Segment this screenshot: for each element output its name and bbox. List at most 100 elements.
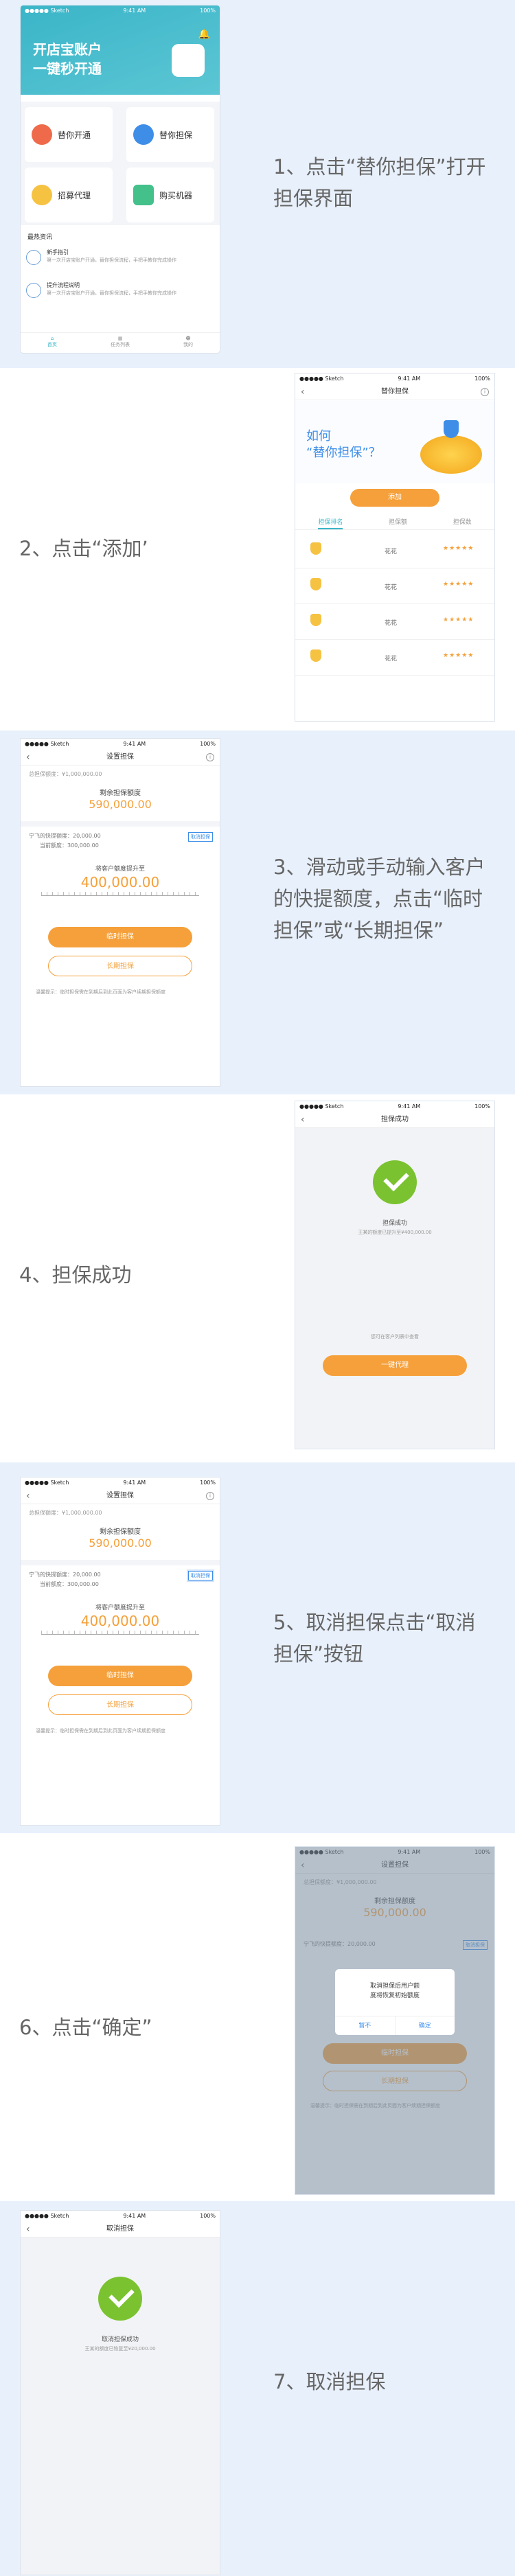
- divider: [21, 1560, 220, 1565]
- setup-screen: ●●●●● Sketch 9:41 AM 100% ‹ 设置担保 i 总担保额度：¥1,…: [21, 739, 220, 1086]
- step-caption: 7、取消担保: [273, 2370, 386, 2393]
- step-4-band: 4、担保成功 ●●●●● Sketch 9:41 AM 100% ‹ 担保成功 担保成…: [0, 1094, 515, 1462]
- remain-label: 剩余担保额度: [100, 1528, 141, 1536]
- coins-icon: [420, 435, 482, 474]
- dialog-ok-button[interactable]: 确定: [396, 2016, 455, 2035]
- info-icon[interactable]: i: [206, 1492, 214, 1500]
- doc-icon: [26, 283, 41, 298]
- back-icon[interactable]: ‹: [26, 749, 30, 766]
- nav-bar: ‹ 替你担保 i: [295, 384, 494, 400]
- hero: 如何 “替你担保”？: [295, 401, 494, 483]
- list-item[interactable]: 花花 ★★★★★: [295, 568, 494, 604]
- customer-quota: 宁飞的快提额度：20,000.00: [29, 1572, 101, 1578]
- remain-value: 590,000.00: [89, 1537, 152, 1550]
- news-title: 最热资讯: [27, 234, 53, 241]
- tile-guarantee[interactable]: 替你担保: [126, 107, 214, 162]
- guarantee-screen: ●●●●● Sketch 9:41 AM 100% ‹ 替你担保 i 如何 “替你担保”？…: [295, 373, 494, 721]
- success-sub: 王某的额度已提升至¥400,000.00: [358, 1230, 432, 1235]
- dialog-actions: 暂不 确定: [335, 2016, 455, 2035]
- shield-icon: [444, 420, 459, 438]
- nav-bar: ‹ 设置担保 i: [21, 1488, 220, 1504]
- add-button[interactable]: 添加: [350, 489, 439, 507]
- status-bar: ●●●●● Sketch9:41 AM100%: [25, 1480, 216, 1486]
- step-6-band: 6、点击“确定” ●●●●● Sketch9:41 AM100% ‹设置担保 总…: [0, 1833, 515, 2201]
- dialog-cancel-button[interactable]: 暂不: [335, 2016, 396, 2035]
- info-icon[interactable]: i: [481, 388, 489, 396]
- step-5-band: ●●●●● Sketch 9:41 AM 100% ‹ 设置担保 i 总担保额度：¥1,…: [0, 1462, 515, 1833]
- slider-ruler[interactable]: [41, 892, 199, 896]
- hero-text: 如何 “替你担保”？: [306, 429, 381, 460]
- tile-buy[interactable]: 购买机器: [126, 168, 214, 222]
- agent-button[interactable]: 一键代理: [323, 1355, 467, 1376]
- step-2-band: 2、点击“添加’ ●●●●● Sketch 9:41 AM 100% ‹ 替你担保 i …: [0, 368, 515, 731]
- step-1-band: ●●●●● Sketch 9:41 AM 100% 开店宝账户 一键秒开通 🔔 …: [0, 0, 515, 358]
- trophy-icon: [310, 578, 321, 590]
- info-icon[interactable]: i: [206, 753, 214, 761]
- grid-icon: ▦: [117, 336, 123, 341]
- nav-bar: ‹ 取消担保: [21, 2221, 220, 2238]
- status-bar: ●●●●● Sketch9:41 AM100%: [299, 1103, 490, 1109]
- trophy-icon: [310, 649, 321, 662]
- banner-text: 开店宝账户 一键秒开通: [33, 41, 102, 77]
- tip-text: 温馨提示：临时担保需在到期后到此页面为客户续期担保额度: [36, 1728, 165, 1734]
- total-quota: 总担保额度：¥1,000,000.00: [29, 771, 102, 777]
- quota-slider[interactable]: 将客户额度提升至 400,000.00: [34, 1602, 206, 1635]
- trophy-icon: [310, 542, 321, 555]
- nav-bar: ‹ 设置担保 i: [21, 749, 220, 766]
- list-item[interactable]: 花花 ★★★★★: [295, 640, 494, 676]
- step-3-band: ●●●●● Sketch 9:41 AM 100% ‹ 设置担保 i 总担保额度：¥1,…: [0, 731, 515, 1094]
- list-item[interactable]: 花花 ★★★★★: [295, 604, 494, 640]
- tile-grid: 替你开通 替你担保 招募代理 购买机器: [21, 102, 220, 225]
- long-guarantee-button[interactable]: 长期担保: [48, 956, 192, 976]
- shield-icon: [133, 124, 154, 145]
- back-icon[interactable]: ‹: [26, 1488, 30, 1504]
- tip-text: 温馨提示：临时担保需在到期后到此页面为客户续期担保额度: [36, 989, 165, 995]
- rank-tabs: 担保排名 担保额 担保数: [295, 515, 494, 530]
- remain-value: 590,000.00: [89, 798, 152, 811]
- tile-recruit[interactable]: 招募代理: [25, 168, 113, 222]
- tab-count[interactable]: 担保数: [453, 515, 472, 529]
- back-icon[interactable]: ‹: [26, 2221, 30, 2238]
- list-item[interactable]: 花花 ★★★★★: [295, 533, 494, 568]
- cancel-sub: 王某的额度已恢复至¥20,000.00: [84, 2346, 156, 2351]
- back-icon[interactable]: ‹: [301, 1112, 305, 1128]
- remain-label: 剩余担保额度: [100, 790, 141, 797]
- step-7-band: ●●●●● Sketch 9:41 AM 100% ‹ 取消担保 取消担保成功 王某的…: [0, 2201, 515, 2576]
- success-screen: ●●●●● Sketch 9:41 AM 100% ‹ 担保成功 担保成功 王某的额度…: [295, 1101, 494, 1449]
- success-check-icon: [373, 1160, 417, 1204]
- status-bar: ●●●●● Sketch9:41 AM100%: [25, 741, 216, 747]
- temp-guarantee-button[interactable]: 临时担保: [48, 927, 192, 947]
- step-caption: 3、滑动或手动输入客户的快提额度，点击“临时担保”或“长期担保”: [273, 855, 485, 942]
- tab-rank[interactable]: 担保排名: [318, 515, 343, 529]
- back-icon[interactable]: ‹: [301, 384, 305, 400]
- news-item[interactable]: 提升流程说明 第一次开店宝账户开通，替你担保流程，手把手教你完成操作: [26, 279, 214, 306]
- tile-open[interactable]: 替你开通: [25, 107, 113, 162]
- tab-amount[interactable]: 担保额: [389, 515, 407, 529]
- quota-slider[interactable]: 将客户额度提升至 400,000.00: [34, 864, 206, 897]
- machine-icon: [133, 185, 154, 205]
- home-banner: ●●●●● Sketch 9:41 AM 100% 开店宝账户 一键秒开通 🔔: [21, 5, 220, 95]
- current-quota: 当前额度：300,000.00: [40, 1581, 99, 1587]
- slider-value: 400,000.00: [80, 1613, 160, 1629]
- total-quota: 总担保额度：¥1,000,000.00: [29, 1510, 102, 1516]
- home-icon: ⌂: [50, 336, 54, 341]
- tab-tasks[interactable]: ▦ 任务列表: [111, 336, 130, 353]
- cancel-guarantee-button[interactable]: 取消担保: [188, 832, 213, 842]
- tab-me[interactable]: ☻ 我的: [183, 336, 193, 353]
- divider: [21, 821, 220, 827]
- bell-icon[interactable]: 🔔: [198, 29, 210, 40]
- step-caption: 2、点击“添加’: [19, 537, 148, 560]
- step-caption: 4、担保成功: [19, 1263, 132, 1287]
- nav-bar: ‹ 担保成功: [295, 1112, 494, 1128]
- temp-guarantee-button[interactable]: 临时担保: [48, 1666, 192, 1686]
- news-item[interactable]: 新手指引 第一次开店宝账户开通，替你担保流程，手把手教你完成操作: [26, 246, 214, 273]
- slider-value: 400,000.00: [80, 874, 160, 890]
- confirm-dialog: 取消担保后用户额 度将恢复初始额度 暂不 确定: [335, 1969, 455, 2035]
- current-quota: 当前额度：300,000.00: [40, 842, 99, 849]
- status-bar: ●●●●● Sketch9:41 AM100%: [25, 2213, 216, 2219]
- long-guarantee-button[interactable]: 长期担保: [48, 1694, 192, 1715]
- cancel-guarantee-button[interactable]: 取消担保: [188, 1571, 213, 1580]
- tab-home[interactable]: ⌂ 首页: [47, 336, 57, 353]
- slider-ruler[interactable]: [41, 1631, 199, 1635]
- confirm-screen: ●●●●● Sketch9:41 AM100% ‹设置担保 总担保额度：¥1,0…: [295, 1847, 494, 2194]
